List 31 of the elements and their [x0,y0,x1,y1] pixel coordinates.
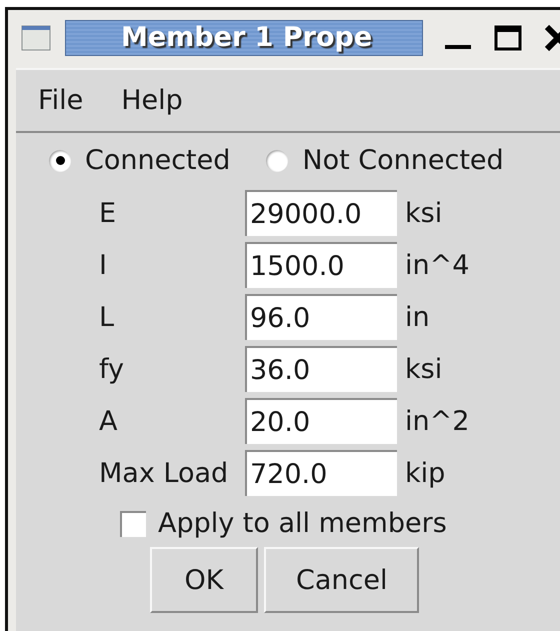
unit-label: kip [404,458,446,488]
radio-button[interactable] [266,150,288,172]
radio-button[interactable] [49,150,71,172]
input-field[interactable]: 96.0 [245,294,397,340]
property-label: I [99,250,108,280]
property-label: L [99,302,116,332]
window-title: Member 1 Prope [65,20,423,56]
radio-label[interactable]: Not Connected [302,145,504,176]
radio-label[interactable]: Connected [85,145,230,176]
property-label: Max Load [99,458,230,488]
property-label: A [99,406,118,436]
menu-item[interactable]: Help [117,85,187,116]
unit-label: in [404,302,431,332]
input-field[interactable]: 36.0 [245,346,397,392]
menu-item[interactable]: File [34,85,88,116]
ok-button[interactable]: OK [150,547,258,613]
property-label: E [99,198,118,228]
unit-label: in^4 [404,250,470,280]
unit-label: in^2 [404,406,470,436]
maximize-icon[interactable] [493,23,523,53]
input-field[interactable]: 29000.0 [245,190,397,236]
property-label: fy [99,354,126,384]
input-field[interactable]: 20.0 [245,398,397,444]
checkbox-label[interactable]: Apply to all members [158,508,447,539]
input-field[interactable]: 1500.0 [245,242,397,288]
checkbox[interactable] [120,510,146,536]
unit-label: ksi [404,354,444,384]
unit-label: ksi [404,198,444,228]
input-field[interactable]: 720.0 [245,450,397,496]
cancel-button[interactable]: Cancel [264,547,420,613]
window-icon[interactable] [21,25,51,51]
